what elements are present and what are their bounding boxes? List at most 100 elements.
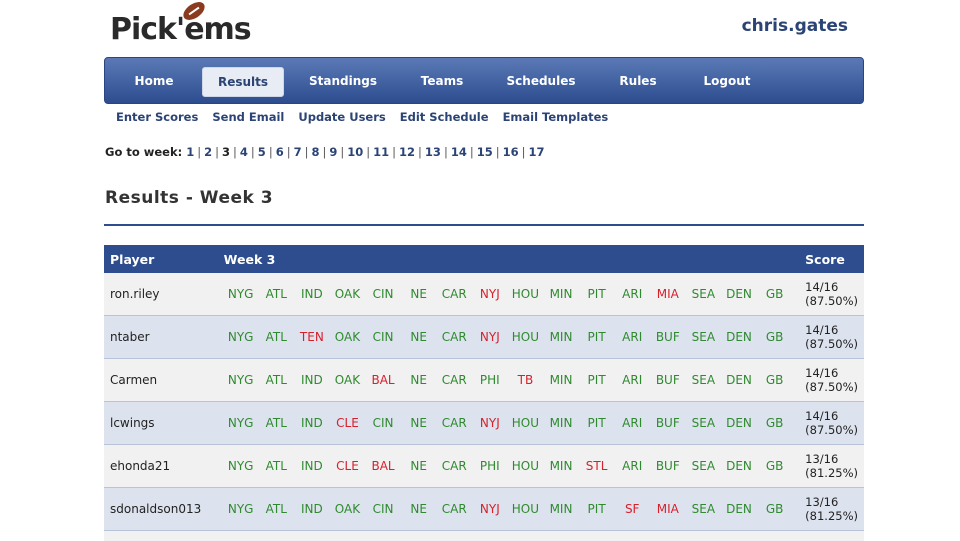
score-percent: (87.50%)	[805, 380, 858, 394]
team-pick: PIT	[580, 330, 614, 344]
team-pick: ARI	[615, 416, 649, 430]
app-logo[interactable]: Pick'ems	[110, 12, 251, 48]
nav-home[interactable]: Home	[125, 67, 183, 95]
empty-cell	[218, 531, 800, 541]
player-score: 14/16(87.50%)	[799, 273, 864, 316]
team-pick: IND	[295, 502, 329, 516]
week-link-17[interactable]: 17	[528, 145, 544, 159]
team-pick: GB	[758, 459, 792, 473]
email-templates-link[interactable]: Email Templates	[503, 110, 609, 124]
week-separator: |	[215, 145, 219, 159]
team-pick: BUF	[651, 330, 685, 344]
team-pick: OAK	[330, 330, 364, 344]
team-pick: MIN	[544, 459, 578, 473]
team-pick: CIN	[366, 330, 400, 344]
score-column-header: Score	[799, 245, 864, 273]
team-pick: MIN	[544, 502, 578, 516]
team-pick: IND	[295, 459, 329, 473]
team-pick: PHI	[473, 373, 507, 387]
week-separator: |	[269, 145, 273, 159]
week-link-7[interactable]: 7	[294, 145, 302, 159]
score-percent: (87.50%)	[805, 294, 858, 308]
player-name: ntaber	[104, 316, 218, 359]
score-fraction: 13/16	[805, 452, 858, 466]
update-users-link[interactable]: Update Users	[298, 110, 385, 124]
team-pick: HOU	[508, 287, 542, 301]
team-pick: STL	[580, 459, 614, 473]
score-fraction: 14/16	[805, 323, 858, 337]
nav-rules[interactable]: Rules	[610, 67, 666, 95]
edit-schedule-link[interactable]: Edit Schedule	[400, 110, 489, 124]
team-pick: GB	[758, 502, 792, 516]
week-link-15[interactable]: 15	[477, 145, 493, 159]
week-link-5[interactable]: 5	[258, 145, 266, 159]
team-pick: BUF	[651, 416, 685, 430]
week-separator: |	[522, 145, 526, 159]
week-separator: |	[340, 145, 344, 159]
week-separator: |	[496, 145, 500, 159]
team-pick: CIN	[366, 502, 400, 516]
week-link-9[interactable]: 9	[329, 145, 337, 159]
week-separator: |	[444, 145, 448, 159]
table-row: ntaberNYGATLTENOAKCINNECARNYJHOUMINPITAR…	[104, 316, 864, 359]
username[interactable]: chris.gates	[742, 16, 848, 36]
team-pick: CAR	[437, 416, 471, 430]
week-link-16[interactable]: 16	[503, 145, 519, 159]
nav-standings[interactable]: Standings	[303, 67, 383, 95]
team-pick: SEA	[686, 373, 720, 387]
week-separator: |	[366, 145, 370, 159]
table-row: sdonaldson013NYGATLINDOAKCINNECARNYJHOUM…	[104, 488, 864, 531]
week-link-6[interactable]: 6	[276, 145, 284, 159]
enter-scores-link[interactable]: Enter Scores	[116, 110, 198, 124]
week-link-2[interactable]: 2	[204, 145, 212, 159]
week-navigation: Go to week: 1|2|3|4|5|6|7|8|9|10|11|12|1…	[105, 145, 545, 159]
team-pick: GB	[758, 416, 792, 430]
team-pick: CLE	[330, 416, 364, 430]
week-link-4[interactable]: 4	[240, 145, 248, 159]
table-header-row: Player Week 3 Score	[104, 245, 864, 273]
team-pick: TB	[508, 373, 542, 387]
week-link-11[interactable]: 11	[373, 145, 389, 159]
week-link-8[interactable]: 8	[311, 145, 319, 159]
player-name: ehonda21	[104, 445, 218, 488]
week-link-14[interactable]: 14	[451, 145, 467, 159]
team-pick: ARI	[615, 287, 649, 301]
team-pick: PIT	[580, 502, 614, 516]
team-pick: IND	[295, 416, 329, 430]
nav-schedules[interactable]: Schedules	[500, 67, 582, 95]
table-row: CarmenNYGATLINDOAKBALNECARPHITBMINPITARI…	[104, 359, 864, 402]
player-name: sdonaldson013	[104, 488, 218, 531]
picks-cell: NYGATLTENOAKCINNECARNYJHOUMINPITARIBUFSE…	[218, 316, 800, 359]
nav-teams[interactable]: Teams	[410, 67, 474, 95]
nav-logout[interactable]: Logout	[695, 67, 759, 95]
week-separator: |	[470, 145, 474, 159]
team-pick: NYG	[224, 416, 258, 430]
week-separator: |	[322, 145, 326, 159]
team-pick: DEN	[722, 416, 756, 430]
team-pick: ATL	[259, 330, 293, 344]
team-pick: IND	[295, 287, 329, 301]
team-pick: NYJ	[473, 330, 507, 344]
player-name: lcwings	[104, 402, 218, 445]
week-link-12[interactable]: 12	[399, 145, 415, 159]
team-pick: MIA	[651, 502, 685, 516]
send-email-link[interactable]: Send Email	[212, 110, 284, 124]
nav-results[interactable]: Results	[202, 67, 284, 97]
team-pick: DEN	[722, 287, 756, 301]
week-link-1[interactable]: 1	[186, 145, 194, 159]
week-link-3: 3	[222, 145, 230, 159]
team-pick: MIN	[544, 416, 578, 430]
team-pick: BUF	[651, 373, 685, 387]
team-pick: NYG	[224, 459, 258, 473]
week-link-10[interactable]: 10	[347, 145, 363, 159]
week-link-13[interactable]: 13	[425, 145, 441, 159]
team-pick: NE	[402, 416, 436, 430]
team-pick: ATL	[259, 287, 293, 301]
team-pick: MIN	[544, 287, 578, 301]
admin-subnav: Enter Scores Send Email Update Users Edi…	[116, 110, 618, 124]
team-pick: ARI	[615, 373, 649, 387]
team-pick: NYG	[224, 330, 258, 344]
team-pick: ATL	[259, 373, 293, 387]
empty-cell	[799, 531, 864, 541]
title-divider	[104, 224, 864, 226]
